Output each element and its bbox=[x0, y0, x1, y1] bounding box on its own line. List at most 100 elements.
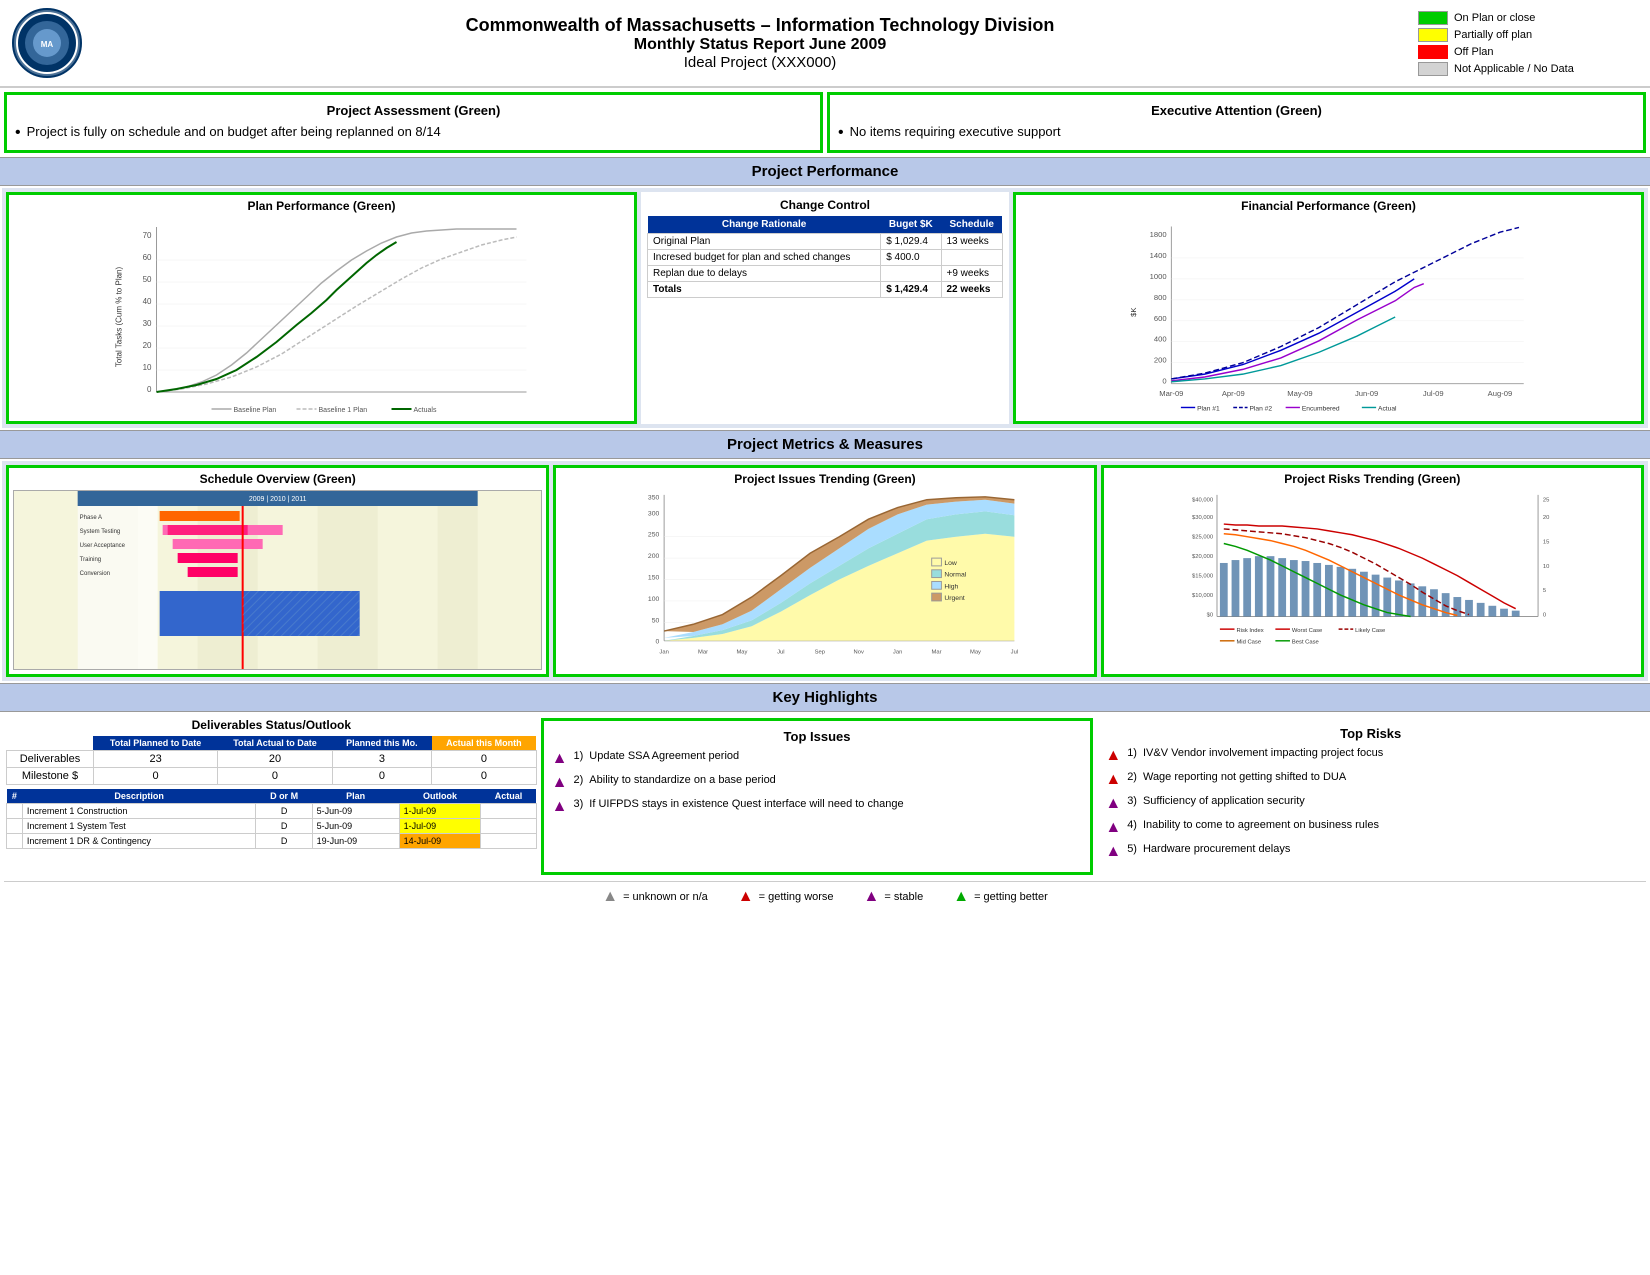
deliv-planned-1: 23 bbox=[93, 751, 217, 768]
issue-item-1: ▲ 1) Update SSA Agreement period bbox=[552, 750, 1083, 768]
plan-performance-chart: 0 10 20 30 40 50 60 70 Total Tasks (Cum … bbox=[13, 217, 630, 417]
key-highlights-header: Key Highlights bbox=[0, 683, 1650, 712]
financial-performance-panel: Financial Performance (Green) 0 200 400 … bbox=[1013, 192, 1644, 424]
svg-text:50: 50 bbox=[652, 617, 660, 624]
svg-text:Likely Case: Likely Case bbox=[1355, 628, 1385, 634]
svg-text:350: 350 bbox=[648, 495, 660, 502]
risk-text-5: Hardware procurement delays bbox=[1143, 843, 1290, 855]
change-control-title: Change Control bbox=[647, 198, 1003, 212]
svg-text:Jul: Jul bbox=[777, 649, 784, 655]
svg-text:Plan #2: Plan #2 bbox=[1249, 405, 1272, 412]
svg-text:$40,000: $40,000 bbox=[1192, 498, 1214, 504]
svg-text:Actual: Actual bbox=[1378, 405, 1397, 412]
deliv-planned-mo-2: 0 bbox=[332, 768, 431, 785]
svg-text:10: 10 bbox=[1543, 564, 1550, 570]
worse-arrow-icon: ▲ bbox=[738, 888, 754, 906]
svg-text:30: 30 bbox=[143, 319, 152, 328]
svg-text:Jan: Jan bbox=[893, 649, 902, 655]
svg-text:Sep: Sep bbox=[815, 649, 825, 655]
legend-red-label: Off Plan bbox=[1454, 46, 1494, 58]
plan-performance-title: Plan Performance (Green) bbox=[13, 199, 630, 213]
issue-text-3: If UIFPDS stays in existence Quest inter… bbox=[589, 798, 903, 810]
cc-header-schedule: Schedule bbox=[941, 216, 1002, 234]
svg-text:Mar-09: Mar-09 bbox=[1159, 389, 1183, 398]
svg-text:Conversion: Conversion bbox=[80, 571, 110, 577]
deliv-empty-header bbox=[7, 736, 94, 751]
cc-schedule-2 bbox=[941, 250, 1002, 266]
svg-text:15: 15 bbox=[1543, 540, 1549, 546]
detail-actual-1 bbox=[481, 804, 536, 819]
legend-green-box bbox=[1418, 11, 1448, 25]
title-line3: Ideal Project (XXX000) bbox=[102, 54, 1418, 71]
plan-performance-panel: Plan Performance (Green) 0 10 20 30 40 5… bbox=[6, 192, 637, 424]
svg-text:0: 0 bbox=[1543, 612, 1547, 618]
metrics-panels: Schedule Overview (Green) 2009 | 2010 | … bbox=[2, 461, 1648, 681]
svg-text:Best Case: Best Case bbox=[1292, 640, 1319, 646]
legend-yellow-box bbox=[1418, 28, 1448, 42]
top-issues-panel: Top Issues ▲ 1) Update SSA Agreement per… bbox=[541, 718, 1094, 875]
svg-text:200: 200 bbox=[1154, 356, 1167, 365]
legend-unknown: ▲ = unknown or n/a bbox=[602, 888, 708, 906]
bottom-legend: ▲ = unknown or n/a ▲ = getting worse ▲ =… bbox=[4, 881, 1646, 912]
legend: On Plan or close Partially off plan Off … bbox=[1418, 11, 1638, 76]
svg-text:Urgent: Urgent bbox=[945, 595, 966, 602]
cc-schedule-4: 22 weeks bbox=[941, 282, 1002, 298]
unknown-arrow-icon: ▲ bbox=[602, 888, 618, 906]
legend-gray-box bbox=[1418, 62, 1448, 76]
risk-item-3: ▲ 3) Sufficiency of application security bbox=[1105, 795, 1636, 813]
issue-arrow-3: ▲ bbox=[552, 798, 568, 816]
svg-text:Aug-09: Aug-09 bbox=[1488, 389, 1513, 398]
legend-gray-label: Not Applicable / No Data bbox=[1454, 63, 1574, 75]
svg-text:50: 50 bbox=[143, 275, 152, 284]
svg-text:$0: $0 bbox=[1206, 612, 1213, 618]
issue-item-2: ▲ 2) Ability to standardize on a base pe… bbox=[552, 774, 1083, 792]
svg-text:Plan #1: Plan #1 bbox=[1197, 405, 1220, 412]
svg-text:Mid Case: Mid Case bbox=[1236, 640, 1261, 646]
cc-budget-3 bbox=[881, 266, 941, 282]
detail-actual-2 bbox=[481, 819, 536, 834]
deliv-header-planned: Total Planned to Date bbox=[93, 736, 217, 751]
deliv-planned-2: 0 bbox=[93, 768, 217, 785]
legend-green-label: On Plan or close bbox=[1454, 12, 1535, 24]
risk-text-1: IV&V Vendor involvement impacting projec… bbox=[1143, 747, 1383, 759]
svg-text:May-09: May-09 bbox=[1287, 389, 1312, 398]
deliverables-detail-table: # Description D or M Plan Outlook Actual… bbox=[6, 789, 537, 849]
assessment-title: Project Assessment (Green) bbox=[15, 103, 812, 118]
cc-budget-4: $ 1,429.4 bbox=[881, 282, 941, 298]
detail-plan-1: 5-Jun-09 bbox=[312, 804, 399, 819]
risk-item-1: ▲ 1) IV&V Vendor involvement impacting p… bbox=[1105, 747, 1636, 765]
deliv-actual-2: 0 bbox=[218, 768, 332, 785]
legend-yellow: Partially off plan bbox=[1418, 28, 1638, 42]
stable-label: = stable bbox=[884, 891, 923, 903]
legend-red-box bbox=[1418, 45, 1448, 59]
detail-header-desc: Description bbox=[22, 789, 256, 804]
svg-text:System Testing: System Testing bbox=[80, 529, 121, 535]
svg-text:Jun-09: Jun-09 bbox=[1355, 389, 1378, 398]
svg-text:Baseline 1 Plan: Baseline 1 Plan bbox=[319, 407, 368, 414]
top-panels: Project Assessment (Green) Project is fu… bbox=[4, 92, 1646, 153]
svg-text:Nov: Nov bbox=[854, 649, 864, 655]
detail-dom-2: D bbox=[256, 819, 312, 834]
deliv-actual-mo-2: 0 bbox=[432, 768, 537, 785]
issue-text-1: Update SSA Agreement period bbox=[589, 750, 739, 762]
financial-chart: 0 200 400 600 800 1000 1400 1800 Mar-09 bbox=[1020, 217, 1637, 417]
svg-text:Jul-09: Jul-09 bbox=[1423, 389, 1444, 398]
svg-text:150: 150 bbox=[648, 575, 660, 582]
svg-text:Normal: Normal bbox=[945, 572, 967, 579]
svg-text:2009 | 2010 | 2011: 2009 | 2010 | 2011 bbox=[249, 496, 307, 503]
risk-arrow-5: ▲ bbox=[1105, 843, 1121, 861]
risk-arrow-2: ▲ bbox=[1105, 771, 1121, 789]
svg-text:60: 60 bbox=[143, 253, 152, 262]
svg-text:Total Tasks (Cum % to Plan): Total Tasks (Cum % to Plan) bbox=[115, 267, 124, 368]
svg-text:250: 250 bbox=[648, 532, 660, 539]
svg-text:Low: Low bbox=[945, 560, 958, 567]
issue-text-2: Ability to standardize on a base period bbox=[589, 774, 776, 786]
issues-trending-title: Project Issues Trending (Green) bbox=[560, 472, 1089, 486]
svg-text:400: 400 bbox=[1154, 335, 1167, 344]
detail-outlook-3: 14-Jul-09 bbox=[399, 834, 481, 849]
financial-performance-title: Financial Performance (Green) bbox=[1020, 199, 1637, 213]
svg-text:0: 0 bbox=[147, 385, 152, 394]
legend-worse: ▲ = getting worse bbox=[738, 888, 834, 906]
risk-arrow-1: ▲ bbox=[1105, 747, 1121, 765]
cc-schedule-1: 13 weeks bbox=[941, 234, 1002, 250]
